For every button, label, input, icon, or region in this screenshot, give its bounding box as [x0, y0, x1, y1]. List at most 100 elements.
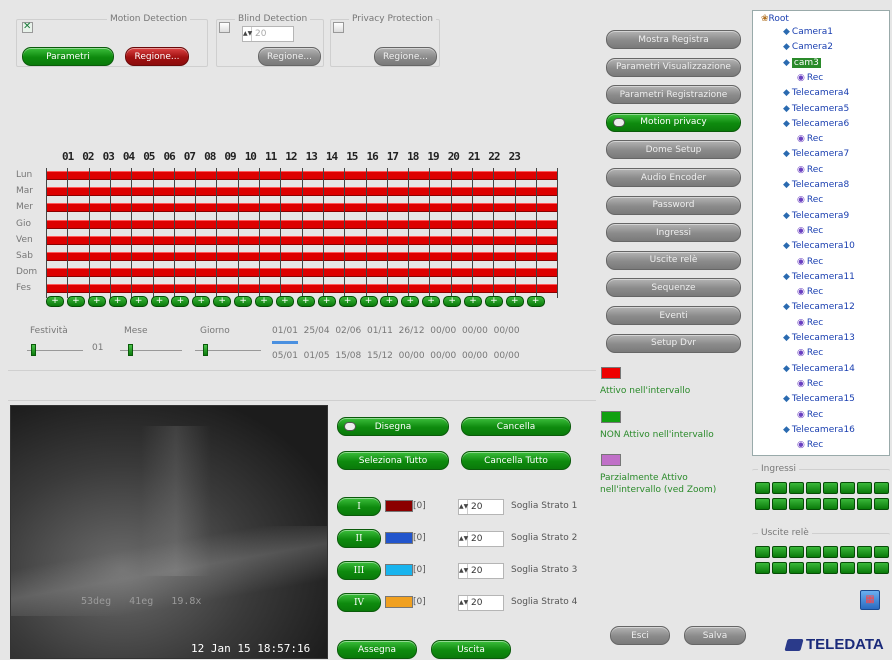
tree-root[interactable]: ❀ Root	[761, 14, 789, 24]
hour-toggle-button[interactable]: +	[66, 296, 85, 307]
tree-camera-item[interactable]: ◆ Telecamera5	[783, 104, 849, 114]
tree-camera-item[interactable]: ◆ Telecamera6	[783, 119, 849, 129]
hour-toggle-button[interactable]: +	[192, 296, 211, 307]
hour-toggle-button[interactable]: +	[526, 296, 545, 307]
tree-camera-item[interactable]: ◆ Telecamera11	[783, 272, 855, 282]
hour-toggle-button[interactable]: +	[359, 296, 378, 307]
tree-rec-item[interactable]: ◉ Rec	[797, 379, 823, 389]
layer-button[interactable]: IV	[337, 593, 381, 612]
menu-label: Dome Setup	[645, 144, 702, 155]
motion-params-button[interactable]: Parametri	[22, 47, 114, 66]
hour-toggle-button[interactable]: +	[317, 296, 336, 307]
layer-threshold-stepper[interactable]: ▲▼ 20	[458, 531, 504, 547]
privacy-region-button[interactable]: Regione...	[374, 47, 437, 66]
network-icon[interactable]: ▦	[860, 590, 880, 610]
tree-rec-item[interactable]: ◉ Rec	[797, 73, 823, 83]
slider-thumb[interactable]	[31, 344, 36, 356]
mese-slider[interactable]	[120, 344, 182, 356]
tree-camera-item[interactable]: ◆ Telecamera7	[783, 149, 849, 159]
menu-button[interactable]: Audio Encoder	[606, 168, 741, 187]
menu-button[interactable]: Motion privacy	[606, 112, 741, 132]
giorno-slider[interactable]	[195, 344, 261, 356]
tree-camera-item[interactable]: ◆ cam3	[783, 57, 821, 68]
hour-toggle-button[interactable]: +	[422, 296, 441, 307]
layer-threshold-stepper[interactable]: ▲▼ 20	[458, 499, 504, 515]
tree-rec-item[interactable]: ◉ Rec	[797, 348, 823, 358]
hour-toggle-button[interactable]: +	[505, 296, 524, 307]
hour-toggle-button[interactable]: +	[464, 296, 482, 307]
hour-toggle-button[interactable]: +	[484, 296, 503, 307]
tree-rec-item[interactable]: ◉ Rec	[797, 195, 823, 205]
menu-button[interactable]: Ingressi	[606, 223, 741, 243]
blind-region-button[interactable]: Regione...	[258, 47, 321, 66]
menu-button[interactable]: Setup Dvr	[606, 333, 741, 353]
layer-threshold-stepper[interactable]: ▲▼ 20	[458, 563, 504, 579]
hour-toggle-button[interactable]: +	[443, 296, 462, 307]
hour-toggle-button[interactable]: +	[380, 296, 399, 307]
tree-camera-item[interactable]: ◆ Telecamera8	[783, 180, 849, 190]
hour-toggle-button[interactable]: +	[275, 296, 294, 307]
tree-camera-item[interactable]: ◆ Telecamera15	[783, 394, 855, 404]
menu-button[interactable]: Password	[606, 195, 741, 215]
tree-camera-item[interactable]: ◆ Telecamera10	[783, 241, 855, 251]
tree-rec-item[interactable]: ◉ Rec	[797, 226, 823, 236]
menu-button[interactable]: Parametri Visualizzazione	[606, 57, 741, 77]
layer-button[interactable]: I	[337, 497, 381, 516]
blind-threshold-stepper[interactable]: ▲▼ 20	[242, 26, 294, 42]
tree-camera-item[interactable]: ◆ Camera2	[783, 42, 833, 52]
video-preview[interactable]: 53deg 41eg 19.8x 12 Jan 15 18:57:16	[10, 405, 328, 659]
hour-toggle-button[interactable]: +	[87, 296, 106, 307]
assign-button[interactable]: Assegna	[337, 640, 417, 659]
motion-region-button[interactable]: Regione...	[125, 47, 189, 66]
tree-rec-item[interactable]: ◉ Rec	[797, 134, 823, 144]
slider-thumb[interactable]	[128, 344, 133, 356]
menu-button[interactable]: Dome Setup	[606, 140, 741, 160]
tree-camera-item[interactable]: ◆ Camera1	[783, 27, 833, 37]
hour-toggle-button[interactable]: +	[46, 296, 64, 307]
hour-toggle-button[interactable]: +	[255, 296, 273, 307]
hour-toggle-button[interactable]: +	[150, 296, 169, 307]
layer-button[interactable]: II	[337, 529, 381, 548]
draw-button[interactable]: Disegna	[337, 417, 449, 436]
hour-toggle-button[interactable]: +	[171, 296, 190, 307]
select-all-button[interactable]: Seleziona Tutto	[337, 451, 449, 470]
hour-toggle-button[interactable]: +	[129, 296, 148, 307]
tree-rec-item[interactable]: ◉ Rec	[797, 287, 823, 297]
clear-button[interactable]: Cancella	[461, 417, 571, 436]
save-button[interactable]: Salva	[684, 626, 746, 645]
slider-thumb[interactable]	[203, 344, 208, 356]
menu-button[interactable]: Sequenze	[606, 278, 741, 298]
tree-rec-item[interactable]: ◉ Rec	[797, 257, 823, 267]
tree-label: Telecamera15	[791, 394, 855, 405]
clear-all-button[interactable]: Cancella Tutto	[461, 451, 571, 470]
festivita-slider[interactable]	[27, 344, 83, 356]
hour-toggle-button[interactable]: +	[213, 296, 232, 307]
tree-camera-item[interactable]: ◆ Telecamera13	[783, 333, 855, 343]
tree-rec-item[interactable]: ◉ Rec	[797, 318, 823, 328]
exit-button[interactable]: Uscita	[431, 640, 511, 659]
tree-camera-item[interactable]: ◆ Telecamera14	[783, 364, 855, 374]
menu-button[interactable]: Uscite relè	[606, 250, 741, 270]
hour-toggle-button[interactable]: +	[401, 296, 420, 307]
hour-toggle-button[interactable]: +	[338, 296, 357, 307]
menu-button[interactable]: Parametri Registrazione	[606, 85, 741, 105]
quit-button[interactable]: Esci	[610, 626, 670, 645]
record-icon: ◉	[797, 409, 805, 420]
layer-threshold-stepper[interactable]: ▲▼ 20	[458, 595, 504, 611]
tree-camera-item[interactable]: ◆ Telecamera9	[783, 211, 849, 221]
privacy-protection-checkbox[interactable]	[333, 22, 344, 33]
tree-camera-item[interactable]: ◆ Telecamera4	[783, 88, 849, 98]
hour-toggle-button[interactable]: +	[234, 296, 253, 307]
hour-toggle-button[interactable]: +	[108, 296, 127, 307]
tree-rec-item[interactable]: ◉ Rec	[797, 410, 823, 420]
hour-toggle-button[interactable]: +	[296, 296, 315, 307]
tree-rec-item[interactable]: ◉ Rec	[797, 440, 823, 450]
tree-rec-item[interactable]: ◉ Rec	[797, 165, 823, 175]
layer-button[interactable]: III	[337, 561, 381, 580]
blind-detection-checkbox[interactable]	[219, 22, 230, 33]
tree-camera-item[interactable]: ◆ Telecamera12	[783, 302, 855, 312]
menu-button[interactable]: Eventi	[606, 306, 741, 325]
tree-camera-item[interactable]: ◆ Telecamera16	[783, 425, 855, 435]
menu-button[interactable]: Mostra Registra	[606, 30, 741, 49]
motion-detection-checkbox[interactable]	[22, 21, 33, 33]
